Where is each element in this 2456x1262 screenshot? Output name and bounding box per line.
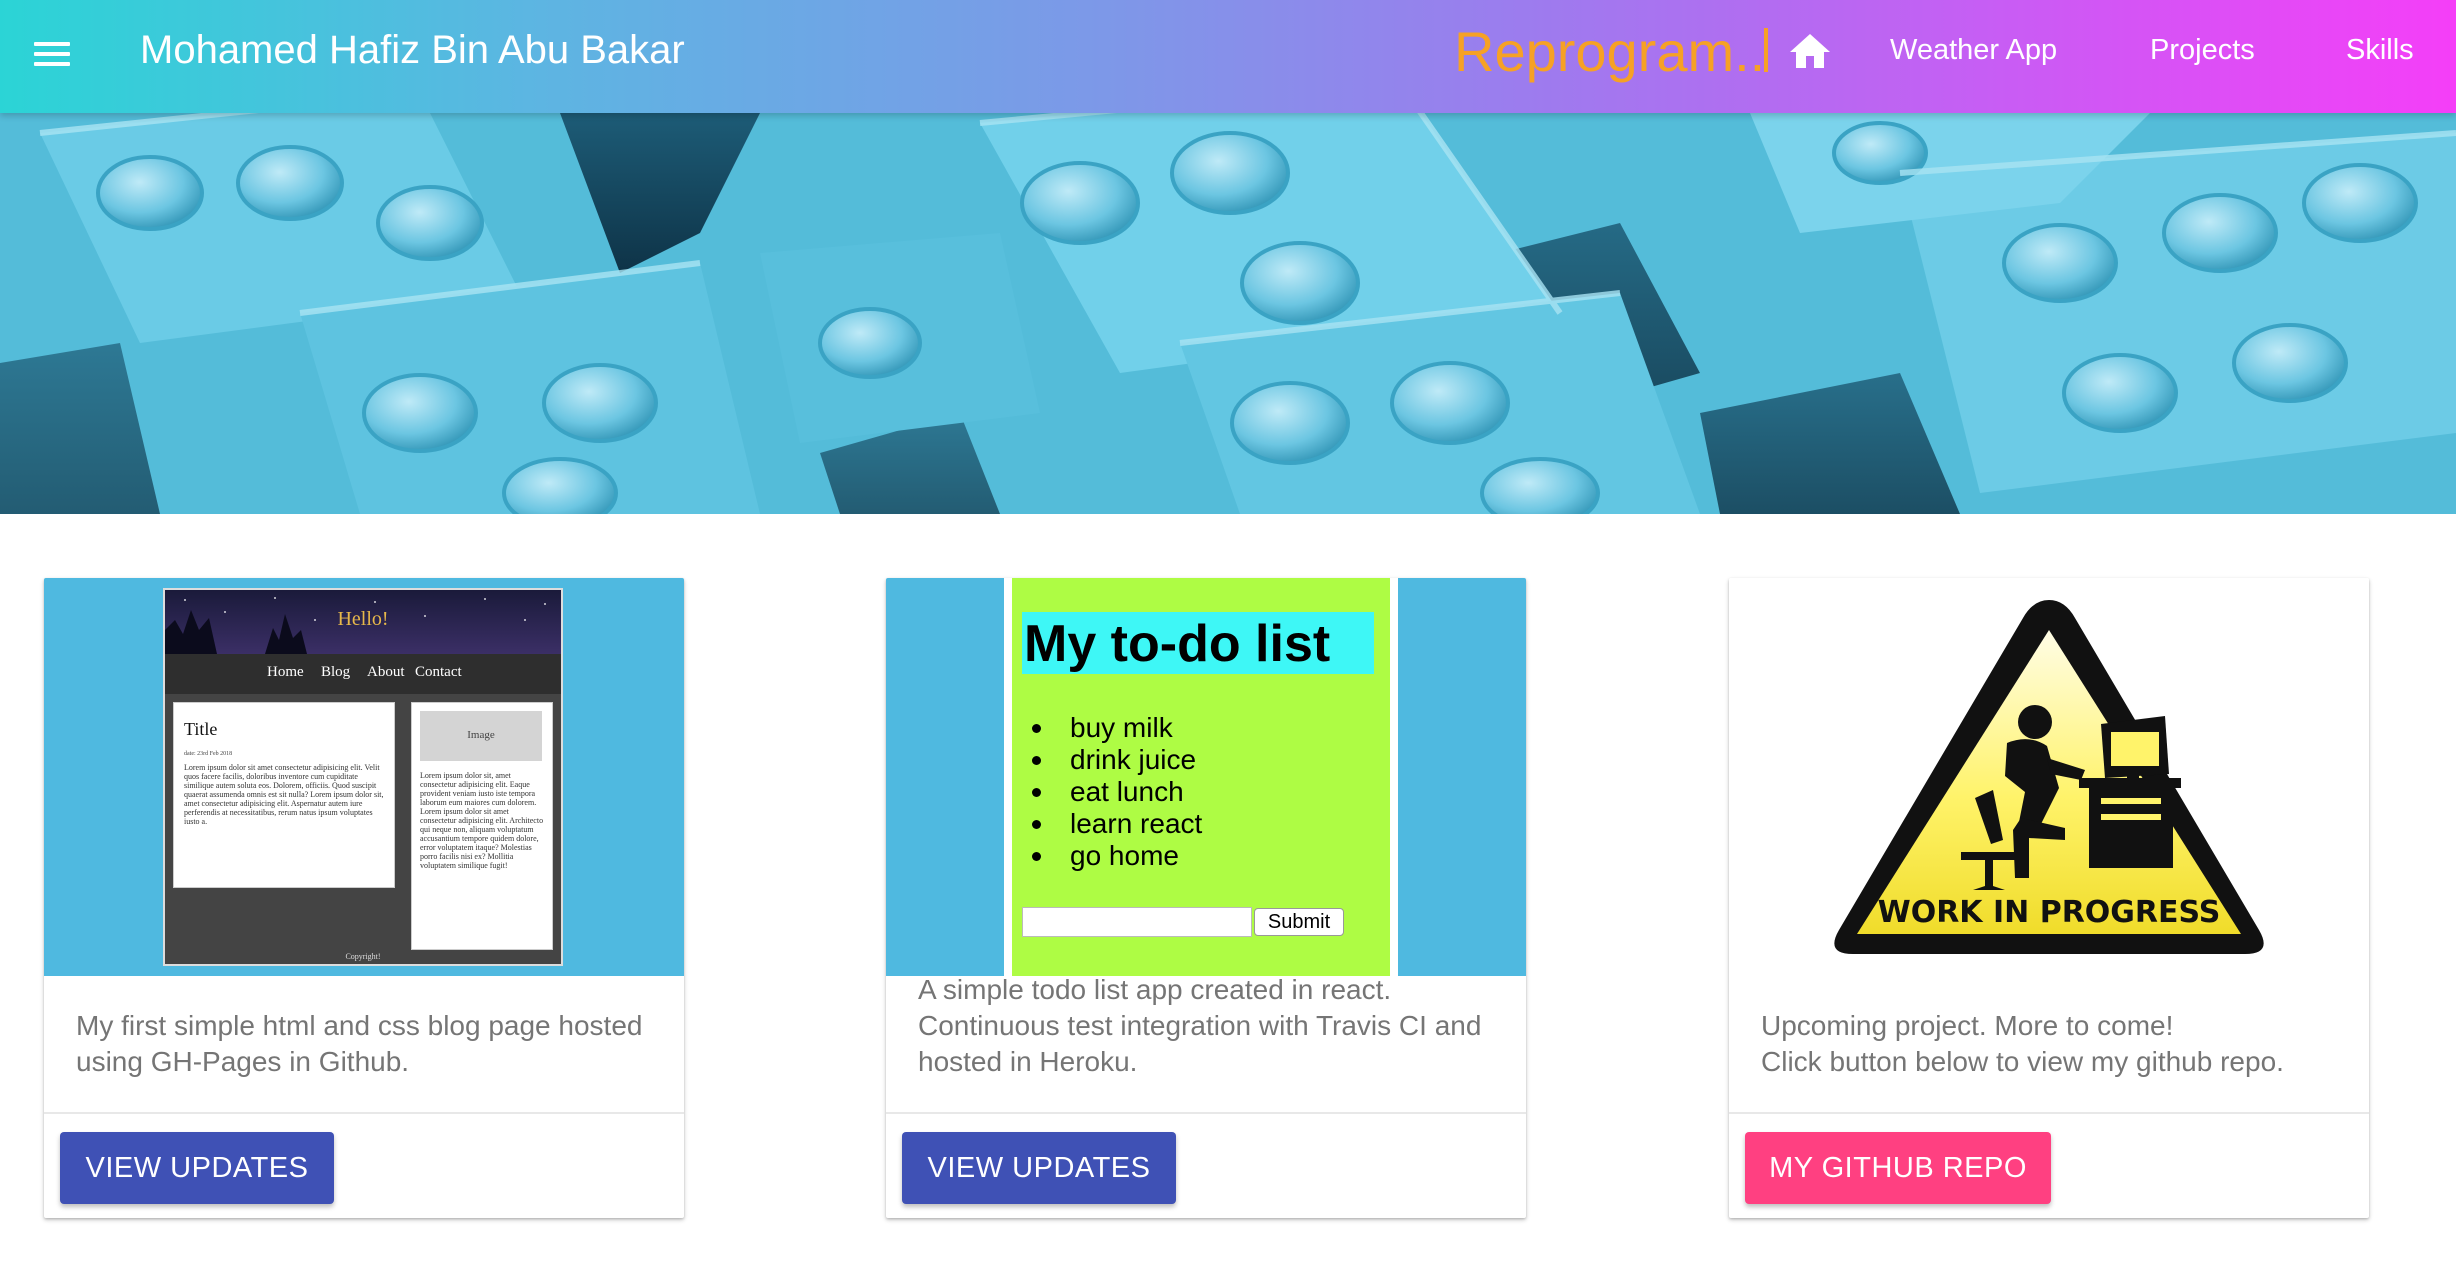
work-in-progress-sign-icon: WORK IN PROGRESS	[1834, 600, 2264, 954]
card-description-line: Click button below to view my github rep…	[1761, 1046, 2284, 1077]
card-image-todo: My to-do list buy milk drink juice eat l…	[886, 578, 1526, 976]
card-description: Upcoming project. More to come! Click bu…	[1761, 1008, 2341, 1080]
blog-page-screenshot: Hello! Home Blog About Contact Title dat…	[163, 588, 563, 966]
blog-post-title: Title	[184, 719, 218, 739]
card-actions: MY GITHUB REPO	[1729, 1112, 2369, 1218]
blog-post-body: Lorem ipsum dolor sit amet consectetur a…	[184, 763, 384, 826]
card-actions: VIEW UPDATES	[44, 1112, 684, 1218]
todo-item: drink juice	[1030, 744, 1202, 776]
blog-hello-heading: Hello!	[337, 608, 389, 630]
todo-item: buy milk	[1030, 712, 1202, 744]
card-description-line: hosted in Heroku.	[918, 1046, 1138, 1077]
blog-nav-item: Contact	[415, 664, 462, 680]
view-updates-button[interactable]: VIEW UPDATES	[60, 1132, 334, 1204]
blog-post-date: date: 23rd Feb 2018	[184, 751, 233, 757]
blog-nav: Home Blog About Contact	[165, 654, 561, 694]
card-image-blog: Hello! Home Blog About Contact Title dat…	[44, 578, 684, 976]
todo-submit-button: Submit	[1254, 908, 1344, 936]
nav-projects[interactable]: Projects	[2150, 30, 2255, 70]
card-description-line: using GH-Pages in Github.	[76, 1046, 410, 1077]
card-description-line: Continuous test integration with Travis …	[918, 1010, 1482, 1041]
todo-input	[1022, 907, 1252, 937]
blog-nav-item: Blog	[321, 664, 351, 680]
project-card-wip: WORK IN PROGRESS Upcoming project. More …	[1729, 578, 2369, 1218]
card-description-line: My first simple html and css blog page h…	[76, 1010, 643, 1041]
card-image-wip: WORK IN PROGRESS	[1729, 578, 2369, 976]
typing-text: Reprogram..	[1454, 20, 1766, 83]
blog-post-box: Title date: 23rd Feb 2018 Lorem ipsum do…	[173, 702, 395, 888]
blog-image-placeholder: Image	[420, 711, 542, 761]
app-bar: Mohamed Hafiz Bin Abu Bakar Reprogram.. …	[0, 0, 2456, 113]
hero-banner	[0, 113, 2456, 514]
nav-weather-app[interactable]: Weather App	[1890, 30, 2057, 70]
home-icon[interactable]	[1786, 28, 1834, 76]
todo-item: eat lunch	[1030, 776, 1202, 808]
card-description: A simple todo list app created in react.…	[918, 972, 1498, 1080]
project-card-blog: Hello! Home Blog About Contact Title dat…	[44, 578, 684, 1218]
card-description: My first simple html and css blog page h…	[76, 1008, 656, 1080]
card-description-line: Upcoming project. More to come!	[1761, 1010, 2174, 1041]
todo-list: buy milk drink juice eat lunch learn rea…	[1030, 712, 1202, 872]
view-updates-button[interactable]: VIEW UPDATES	[902, 1132, 1176, 1204]
todo-title: My to-do list	[1024, 615, 1331, 673]
github-repo-button[interactable]: MY GITHUB REPO	[1745, 1132, 2051, 1204]
blog-sidebar: Image Lorem ipsum dolor sit, amet consec…	[411, 702, 553, 950]
todo-item: go home	[1030, 840, 1202, 872]
blog-sidebar-body: Lorem ipsum dolor sit, amet consectetur …	[420, 771, 544, 870]
project-card-todo: My to-do list buy milk drink juice eat l…	[886, 578, 1526, 1218]
blog-copyright: Copyright!	[345, 952, 381, 961]
todo-app-screenshot: My to-do list buy milk drink juice eat l…	[1004, 578, 1398, 976]
app-title: Mohamed Hafiz Bin Abu Bakar	[140, 28, 685, 72]
nav-skills[interactable]: Skills	[2346, 30, 2414, 70]
card-description-line: A simple todo list app created in react.	[918, 974, 1392, 1005]
blog-image-label: Image	[467, 729, 495, 741]
todo-item: learn react	[1030, 808, 1202, 840]
menu-icon[interactable]	[28, 30, 76, 78]
blog-nav-item: Home	[267, 664, 304, 680]
typing-cursor	[1764, 28, 1768, 72]
wip-sign-text: WORK IN PROGRESS	[1878, 895, 2221, 930]
blog-nav-item: About	[367, 664, 405, 680]
card-actions: VIEW UPDATES	[886, 1112, 1526, 1218]
